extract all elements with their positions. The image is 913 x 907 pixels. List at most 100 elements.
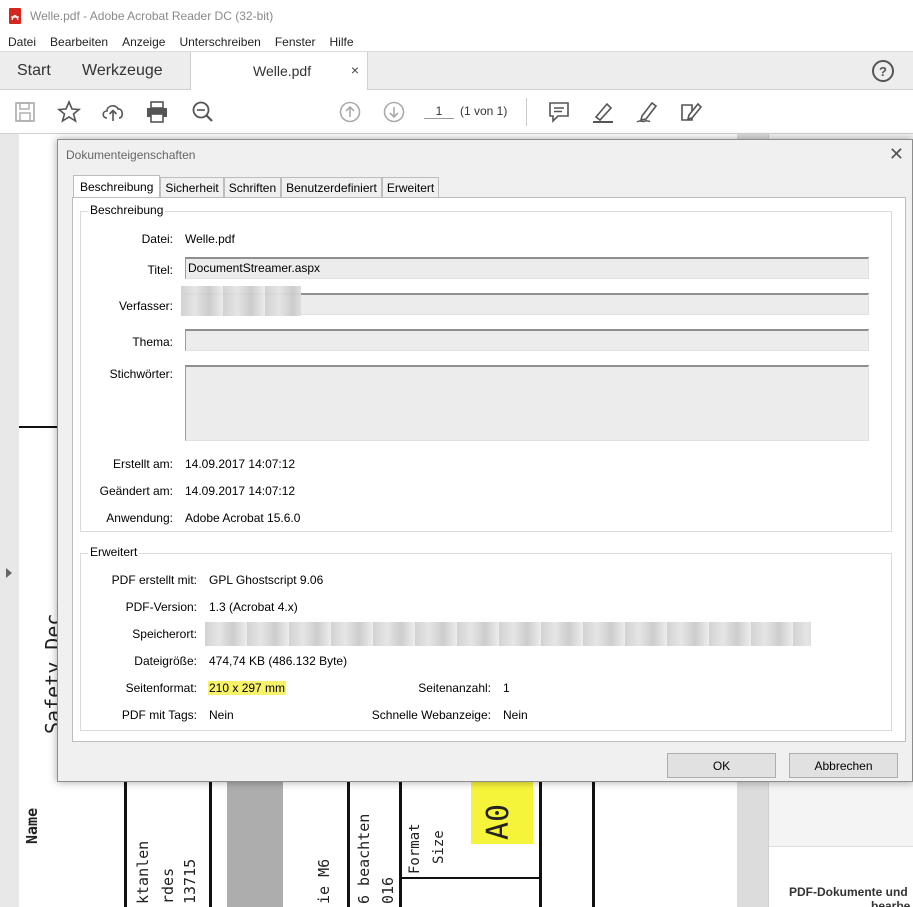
star-icon[interactable]: [56, 99, 82, 124]
zoom-out-icon[interactable]: [190, 100, 216, 124]
menu-anzeige[interactable]: Anzeige: [122, 35, 165, 49]
fast-web-value: Nein: [503, 708, 528, 722]
drawing-text: Size: [431, 830, 447, 864]
drawing-text: A0: [481, 803, 516, 840]
page-format-label: Seitenformat:: [125, 681, 197, 695]
promo-box[interactable]: PDF-Dokumente und bearbe: [769, 846, 913, 907]
redacted-region: [181, 286, 301, 316]
drawing-line: [209, 782, 212, 907]
drawing-text: ktanlen: [134, 840, 152, 904]
drawing-text: 13715: [181, 858, 199, 904]
cancel-button[interactable]: Abbrechen: [789, 753, 898, 778]
arrow-up-circle-icon[interactable]: [337, 100, 363, 124]
drawing-line: [124, 782, 127, 907]
tab-beschreibung[interactable]: Beschreibung: [73, 175, 161, 198]
drawing-line: [19, 426, 59, 428]
menu-unterschreiben[interactable]: Unterschreiben: [179, 35, 260, 49]
drawing-line: [399, 877, 539, 879]
navigation-pane-strip: [0, 134, 19, 907]
group-advanced: Erweitert PDF erstellt mit: GPL Ghostscr…: [80, 545, 892, 731]
filesize-value: 474,74 KB (486.132 Byte): [209, 654, 348, 668]
menu-bearbeiten[interactable]: Bearbeiten: [50, 35, 108, 49]
window-titlebar: Welle.pdf - Adobe Acrobat Reader DC (32-…: [0, 0, 913, 32]
drawing-line: [347, 782, 350, 907]
acrobat-logo-icon: [8, 8, 22, 24]
help-button[interactable]: ?: [872, 60, 894, 82]
page-number-input[interactable]: 1: [424, 104, 454, 119]
fill-sign-icon[interactable]: [678, 100, 704, 124]
producer-label: PDF erstellt mit:: [111, 573, 197, 587]
tab-erweitert[interactable]: Erweitert: [381, 177, 440, 198]
modified-label: Geändert am:: [99, 484, 173, 498]
group-label: Beschreibung: [88, 203, 166, 217]
author-label: Verfasser:: [118, 299, 173, 313]
tab-benutzerdefiniert[interactable]: Benutzerdefiniert: [281, 177, 382, 198]
dialog-tabs: Beschreibung Sicherheit Schriften Benutz…: [73, 175, 440, 198]
drawing-line: [399, 782, 402, 907]
page-count-label: (1 von 1): [460, 104, 508, 118]
menu-fenster[interactable]: Fenster: [275, 35, 316, 49]
group-description: Beschreibung Datei: Welle.pdf Titel: Doc…: [80, 203, 892, 532]
toolbar-divider: [526, 98, 527, 126]
promo-text: PDF-Dokumente und: [789, 885, 908, 899]
application-label: Anwendung:: [106, 511, 173, 525]
tab-close-icon[interactable]: ×: [351, 62, 359, 78]
group-label: Erweitert: [88, 545, 140, 559]
tab-tools[interactable]: Werkzeuge: [82, 62, 163, 80]
dialog-title: Dokumenteigenschaften: [66, 148, 196, 162]
page-count-label-dialog: Seitenanzahl:: [418, 681, 491, 695]
highlighter-pen-icon[interactable]: [590, 100, 616, 124]
tab-sicherheit[interactable]: Sicherheit: [160, 177, 224, 198]
keywords-field[interactable]: [185, 365, 869, 441]
expand-pane-arrow-icon[interactable]: [6, 568, 12, 578]
drawing-line: [539, 782, 542, 907]
tab-document[interactable]: Welle.pdf ×: [190, 52, 368, 90]
pdf-version-label: PDF-Version:: [125, 600, 197, 614]
subject-label: Thema:: [132, 335, 173, 349]
tab-panel-beschreibung: Beschreibung Datei: Welle.pdf Titel: Doc…: [72, 197, 906, 742]
sign-pen-icon[interactable]: [634, 100, 660, 124]
menu-datei[interactable]: Datei: [8, 35, 36, 49]
menu-bar: Datei Bearbeiten Anzeige Unterschreiben …: [0, 32, 913, 52]
file-label: Datei:: [141, 232, 173, 246]
arrow-down-circle-icon[interactable]: [381, 100, 407, 124]
drawing-text: Format: [407, 823, 423, 874]
window-title: Welle.pdf - Adobe Acrobat Reader DC (32-…: [30, 9, 274, 23]
created-value: 14.09.2017 14:07:12: [185, 457, 296, 471]
drawing-text: rdes: [159, 867, 177, 904]
close-icon[interactable]: ✕: [889, 144, 904, 165]
tab-document-label: Welle.pdf: [253, 63, 312, 79]
comment-icon[interactable]: [546, 100, 572, 124]
title-label: Titel:: [147, 263, 173, 277]
location-label: Speicherort:: [132, 627, 197, 641]
fast-web-label: Schnelle Webanzeige:: [371, 708, 491, 722]
tagged-label: PDF mit Tags:: [121, 708, 197, 722]
redacted-block: [227, 782, 283, 907]
tab-schriften[interactable]: Schriften: [223, 177, 282, 198]
page-count-value: 1: [503, 681, 510, 695]
ok-button[interactable]: OK: [667, 753, 776, 778]
app-tab-bar: Start Werkzeuge Welle.pdf × ?: [0, 52, 913, 90]
tab-start[interactable]: Start: [17, 62, 51, 80]
drawing-text: Name: [23, 807, 41, 844]
modified-value: 14.09.2017 14:07:12: [185, 484, 296, 498]
redacted-region: [205, 622, 811, 646]
tagged-value: Nein: [209, 708, 234, 722]
drawing-text: ie M6: [315, 858, 333, 904]
printer-icon[interactable]: [144, 100, 170, 124]
keywords-label: Stichwörter:: [109, 367, 173, 381]
drawing-text: 016: [379, 876, 397, 904]
menu-hilfe[interactable]: Hilfe: [330, 35, 354, 49]
title-field[interactable]: DocumentStreamer.aspx: [185, 257, 869, 279]
file-value: Welle.pdf: [185, 232, 235, 246]
document-properties-dialog: Dokumenteigenschaften ✕ Beschreibung Sic…: [57, 139, 913, 782]
page-format-value: 210 x 297 mm: [208, 681, 287, 695]
drawing-line: [592, 782, 595, 907]
application-value: Adobe Acrobat 15.6.0: [185, 511, 301, 525]
save-icon[interactable]: [12, 100, 38, 124]
producer-value: GPL Ghostscript 9.06: [209, 573, 324, 587]
promo-text: bearbe: [871, 899, 911, 907]
cloud-upload-icon[interactable]: [100, 100, 126, 124]
subject-field[interactable]: [185, 329, 869, 351]
created-label: Erstellt am:: [112, 457, 173, 471]
